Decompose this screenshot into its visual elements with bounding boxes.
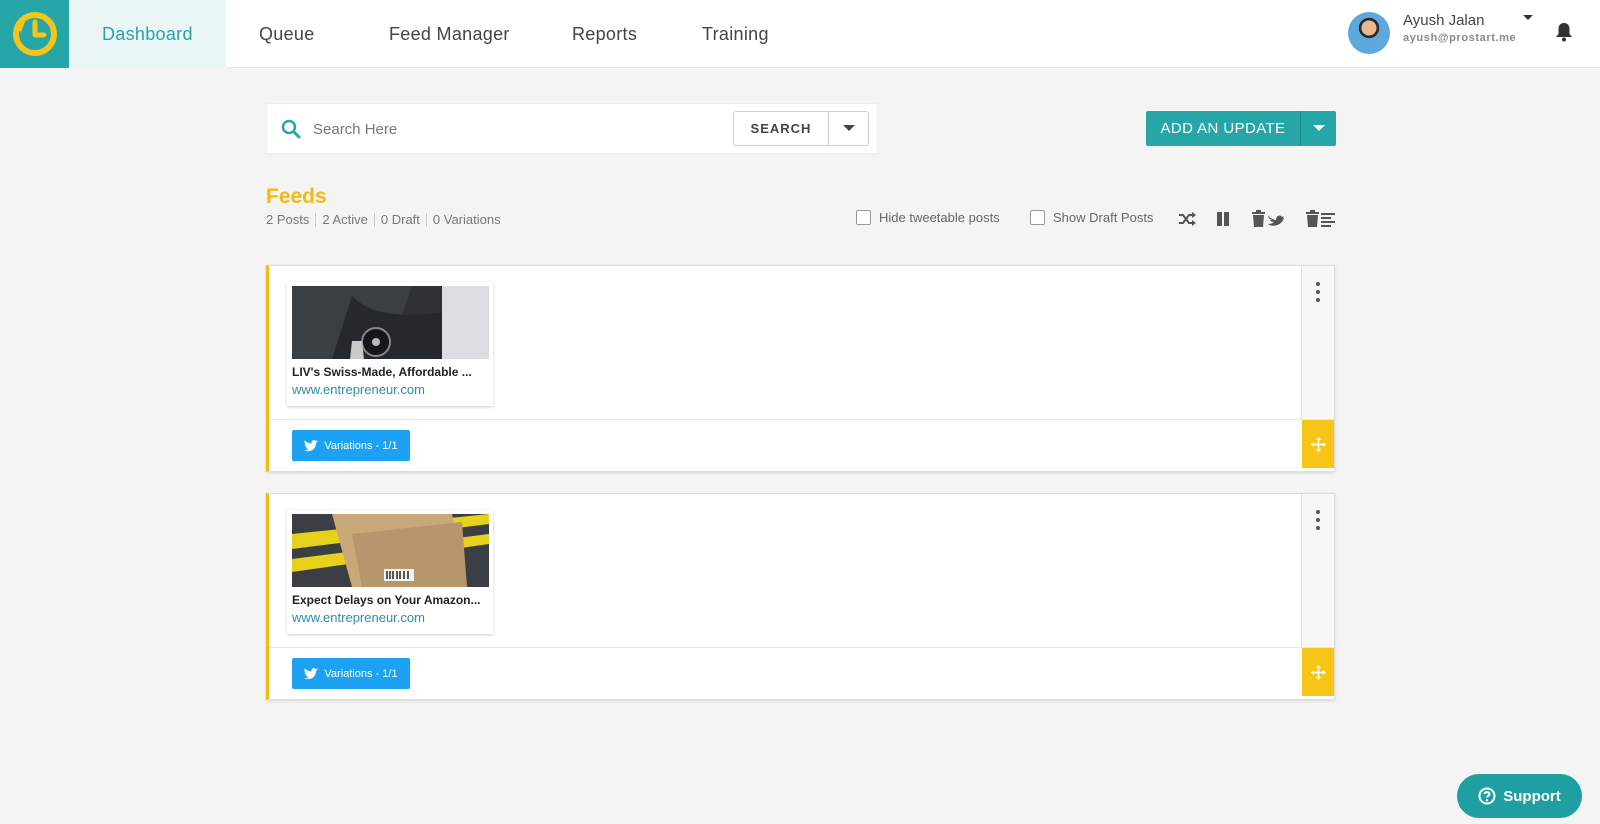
preview-thumbnail: [292, 286, 489, 359]
more-options-icon[interactable]: [1312, 510, 1324, 530]
stat-variations: 0 Variations: [432, 212, 501, 227]
preview-title: LIV's Swiss-Made, Affordable ...: [292, 365, 472, 379]
trash-twitter-icon: [1252, 210, 1284, 227]
show-draft-checkbox[interactable]: [1030, 210, 1045, 225]
card-divider: [269, 647, 1334, 648]
card-menu-column: [1301, 494, 1334, 647]
link-preview[interactable]: Expect Delays on Your Amazon... www.entr…: [287, 510, 493, 634]
support-label: Support: [1503, 787, 1561, 805]
shuffle-icon: [1179, 212, 1196, 226]
post-card: LIV's Swiss-Made, Affordable ... www.ent…: [266, 265, 1335, 472]
feeds-title: Feeds: [266, 185, 327, 208]
trash-list-icon: [1306, 210, 1335, 227]
nav-tab-dashboard[interactable]: Dashboard: [69, 0, 226, 68]
support-button[interactable]: Support: [1457, 774, 1582, 818]
variations-label: Variations - 1/1: [324, 439, 398, 452]
card-divider: [269, 419, 1334, 420]
stat-posts: 2 Posts: [266, 213, 317, 227]
main-nav: Dashboard Queue Feed Manager Reports Tra…: [69, 0, 809, 68]
delete-list-button[interactable]: [1305, 210, 1336, 228]
top-navigation-bar: Dashboard Queue Feed Manager Reports Tra…: [0, 0, 1600, 68]
add-update-button[interactable]: ADD AN UPDATE: [1146, 111, 1300, 146]
chevron-down-icon: [1312, 124, 1325, 131]
pause-icon: [1217, 212, 1229, 226]
twitter-icon: [304, 439, 319, 451]
drag-handle[interactable]: [1302, 648, 1334, 696]
variations-button[interactable]: Variations - 1/1: [292, 430, 410, 461]
search-button[interactable]: SEARCH: [733, 111, 829, 146]
hide-tweetable-label: Hide tweetable posts: [879, 210, 1000, 225]
link-preview[interactable]: LIV's Swiss-Made, Affordable ... www.ent…: [287, 282, 493, 406]
preview-thumbnail: [292, 514, 489, 587]
nav-tab-reports[interactable]: Reports: [539, 0, 669, 68]
preview-url[interactable]: www.entrepreneur.com: [292, 382, 425, 397]
move-icon: [1310, 664, 1326, 680]
preview-url[interactable]: www.entrepreneur.com: [292, 610, 425, 625]
pause-button[interactable]: [1216, 210, 1230, 228]
show-draft-toggle[interactable]: Show Draft Posts: [1030, 210, 1153, 225]
help-icon: [1478, 787, 1496, 805]
twitter-icon: [304, 667, 319, 679]
shuffle-button[interactable]: [1178, 210, 1196, 228]
hide-tweetable-toggle[interactable]: Hide tweetable posts: [856, 210, 1000, 225]
search-bar: SEARCH: [266, 103, 878, 154]
user-menu-caret-icon[interactable]: [1522, 14, 1534, 22]
preview-title: Expect Delays on Your Amazon...: [292, 593, 481, 607]
clock-logo-icon: [12, 12, 57, 56]
nav-tab-queue[interactable]: Queue: [226, 0, 356, 68]
app-logo[interactable]: [0, 0, 69, 68]
user-email: ayush@prostart.me: [1403, 32, 1517, 44]
move-icon: [1310, 436, 1326, 452]
more-options-icon[interactable]: [1312, 282, 1324, 302]
feed-stats: 2 Posts 2 Active 0 Draft 0 Variations: [266, 213, 513, 227]
stat-draft: 0 Draft: [381, 213, 427, 227]
user-name[interactable]: Ayush Jalan: [1403, 12, 1484, 29]
notification-bell-icon[interactable]: [1555, 22, 1573, 42]
search-icon: [281, 119, 301, 139]
variations-button[interactable]: Variations - 1/1: [292, 658, 410, 689]
nav-tab-feed-manager[interactable]: Feed Manager: [356, 0, 539, 68]
stat-active: 2 Active: [322, 213, 375, 227]
drag-handle[interactable]: [1302, 420, 1334, 468]
show-draft-label: Show Draft Posts: [1053, 210, 1154, 225]
nav-tab-training[interactable]: Training: [669, 0, 809, 68]
hide-tweetable-checkbox[interactable]: [856, 210, 871, 225]
search-options-dropdown[interactable]: [829, 111, 869, 146]
card-menu-column: [1301, 266, 1334, 419]
search-input[interactable]: [313, 116, 713, 142]
variations-label: Variations - 1/1: [324, 667, 398, 680]
add-update-dropdown[interactable]: [1300, 111, 1336, 146]
user-avatar[interactable]: [1348, 12, 1390, 54]
delete-tweets-button[interactable]: [1251, 210, 1284, 228]
post-card: Expect Delays on Your Amazon... www.entr…: [266, 493, 1335, 700]
chevron-down-icon: [842, 124, 855, 131]
